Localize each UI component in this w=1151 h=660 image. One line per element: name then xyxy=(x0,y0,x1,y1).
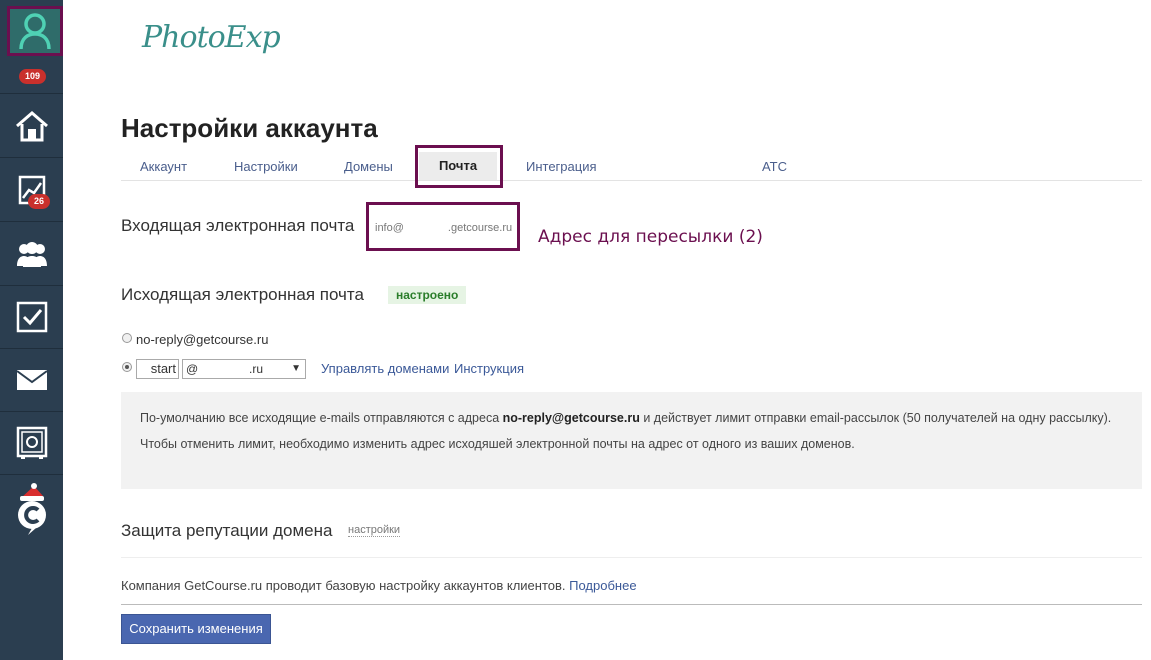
tab-bar: Аккаунт Настройки Домены Почта Интеграци… xyxy=(121,152,1142,181)
tab-domains[interactable]: Домены xyxy=(344,159,393,174)
domain-at-sign: @ xyxy=(186,362,199,376)
sidebar-item-getcourse[interactable] xyxy=(0,476,63,540)
chevron-down-icon: ▼ xyxy=(291,363,301,374)
info-line-2: Чтобы отменить лимит, необходимо изменит… xyxy=(140,437,855,451)
user-icon xyxy=(19,13,51,50)
instruction-link[interactable]: Инструкция xyxy=(454,361,524,376)
sidebar-item-stats[interactable]: 26 xyxy=(0,159,63,222)
outgoing-mail-label: Исходящая электронная почта xyxy=(121,285,364,304)
incoming-email-suffix: .getcourse.ru xyxy=(447,222,513,234)
tab-settings[interactable]: Настройки xyxy=(234,159,298,174)
default-sender-label: no-reply@getcourse.ru xyxy=(136,332,269,347)
sidebar-item-safe[interactable] xyxy=(0,412,63,475)
stats-badge: 26 xyxy=(28,194,51,209)
info-line-1-address: no-reply@getcourse.ru xyxy=(502,411,640,425)
incoming-email-address: info@ .getcourse.ru xyxy=(375,222,512,234)
sidebar-item-home[interactable] xyxy=(0,95,63,158)
tab-highlight-frame xyxy=(415,145,503,188)
tab-pbx[interactable]: АТС xyxy=(762,159,787,174)
radio-custom-sender[interactable] xyxy=(122,362,132,372)
checkbox-icon xyxy=(16,301,47,333)
getcourse-logo-icon xyxy=(17,483,46,535)
info-panel: По-умолчанию все исходящие e-mails отпра… xyxy=(121,392,1142,489)
info-line-1: По-умолчанию все исходящие e-mails отпра… xyxy=(140,411,1111,425)
divider xyxy=(121,557,1142,558)
avatar[interactable] xyxy=(7,6,63,56)
notification-badge: 109 xyxy=(19,69,47,84)
tab-account[interactable]: Аккаунт xyxy=(140,159,187,174)
info-line-1-start: По-умолчанию все исходящие e-mails отпра… xyxy=(140,411,503,425)
page-title: Настройки аккаунта xyxy=(121,113,378,143)
radio-default-sender[interactable] xyxy=(122,333,132,343)
forwarding-annotation: Адрес для пересылки (2) xyxy=(538,227,763,247)
sidebar: 109 26 xyxy=(0,0,63,660)
domain-suffix: .ru xyxy=(249,362,264,376)
more-info-link[interactable]: Подробнее xyxy=(569,578,636,593)
reputation-settings-link[interactable]: настройки xyxy=(348,524,401,537)
status-badge: настроено xyxy=(388,286,467,304)
incoming-mail-label: Входящая электронная почта xyxy=(121,216,355,235)
sender-domain-select[interactable]: @ .ru ▼ xyxy=(182,359,306,379)
divider xyxy=(121,604,1142,605)
footer-note: Компания GetCourse.ru проводит базовую н… xyxy=(121,578,637,593)
safe-icon xyxy=(16,426,47,459)
info-line-1-end: и действует лимит отправки email-рассыло… xyxy=(639,411,1112,425)
tab-integration[interactable]: Интеграция xyxy=(526,159,597,174)
manage-domains-link[interactable]: Управлять доменами xyxy=(321,361,449,376)
group-icon xyxy=(16,242,47,267)
brand-logo: PhotoExp xyxy=(142,20,281,55)
sidebar-item-mail[interactable] xyxy=(0,349,63,412)
home-icon xyxy=(15,111,48,142)
mail-icon xyxy=(15,370,48,390)
reputation-label: Защита репутации домена xyxy=(121,521,333,540)
sender-local-input[interactable]: start xyxy=(136,359,179,379)
sidebar-item-users[interactable] xyxy=(0,223,63,286)
incoming-email-prefix: info@ xyxy=(375,222,404,234)
sidebar-item-profile[interactable]: 109 xyxy=(0,0,63,94)
save-button[interactable]: Сохранить изменения xyxy=(121,614,271,644)
sidebar-item-tasks[interactable] xyxy=(0,286,63,349)
footer-note-text: Компания GetCourse.ru проводит базовую н… xyxy=(121,578,570,593)
